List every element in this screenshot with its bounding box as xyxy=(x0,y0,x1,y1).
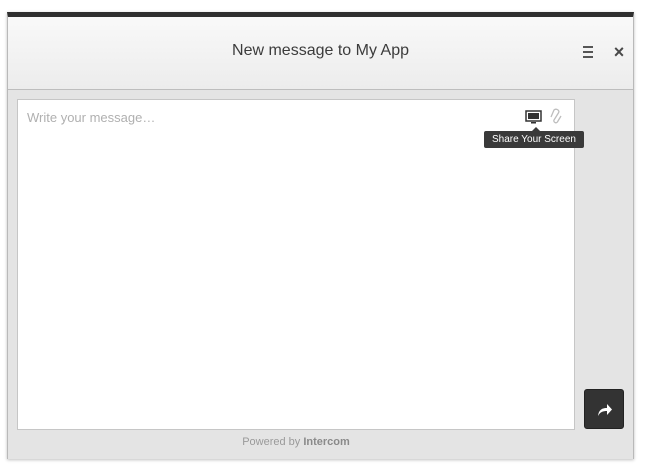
brand-link[interactable]: Intercom xyxy=(303,436,349,448)
message-input[interactable] xyxy=(18,100,574,429)
messenger-window: New message to My App × Share Your Scree… xyxy=(7,12,634,459)
share-arrow-icon xyxy=(598,404,612,416)
header: New message to My App × xyxy=(8,17,633,90)
paperclip-icon[interactable] xyxy=(550,108,562,126)
body-area: Share Your Screen Powered by Intercom xyxy=(8,90,633,459)
close-icon[interactable]: × xyxy=(611,43,627,61)
powered-by-footer: Powered by Intercom xyxy=(17,436,575,448)
send-button[interactable] xyxy=(584,389,624,429)
monitor-screen-icon[interactable] xyxy=(525,110,542,124)
message-composer: Share Your Screen xyxy=(17,99,584,430)
hamburger-icon[interactable] xyxy=(583,46,595,60)
powered-by-label: Powered by xyxy=(242,436,301,448)
page-title: New message to My App xyxy=(232,42,409,59)
share-screen-tooltip: Share Your Screen xyxy=(484,127,584,148)
